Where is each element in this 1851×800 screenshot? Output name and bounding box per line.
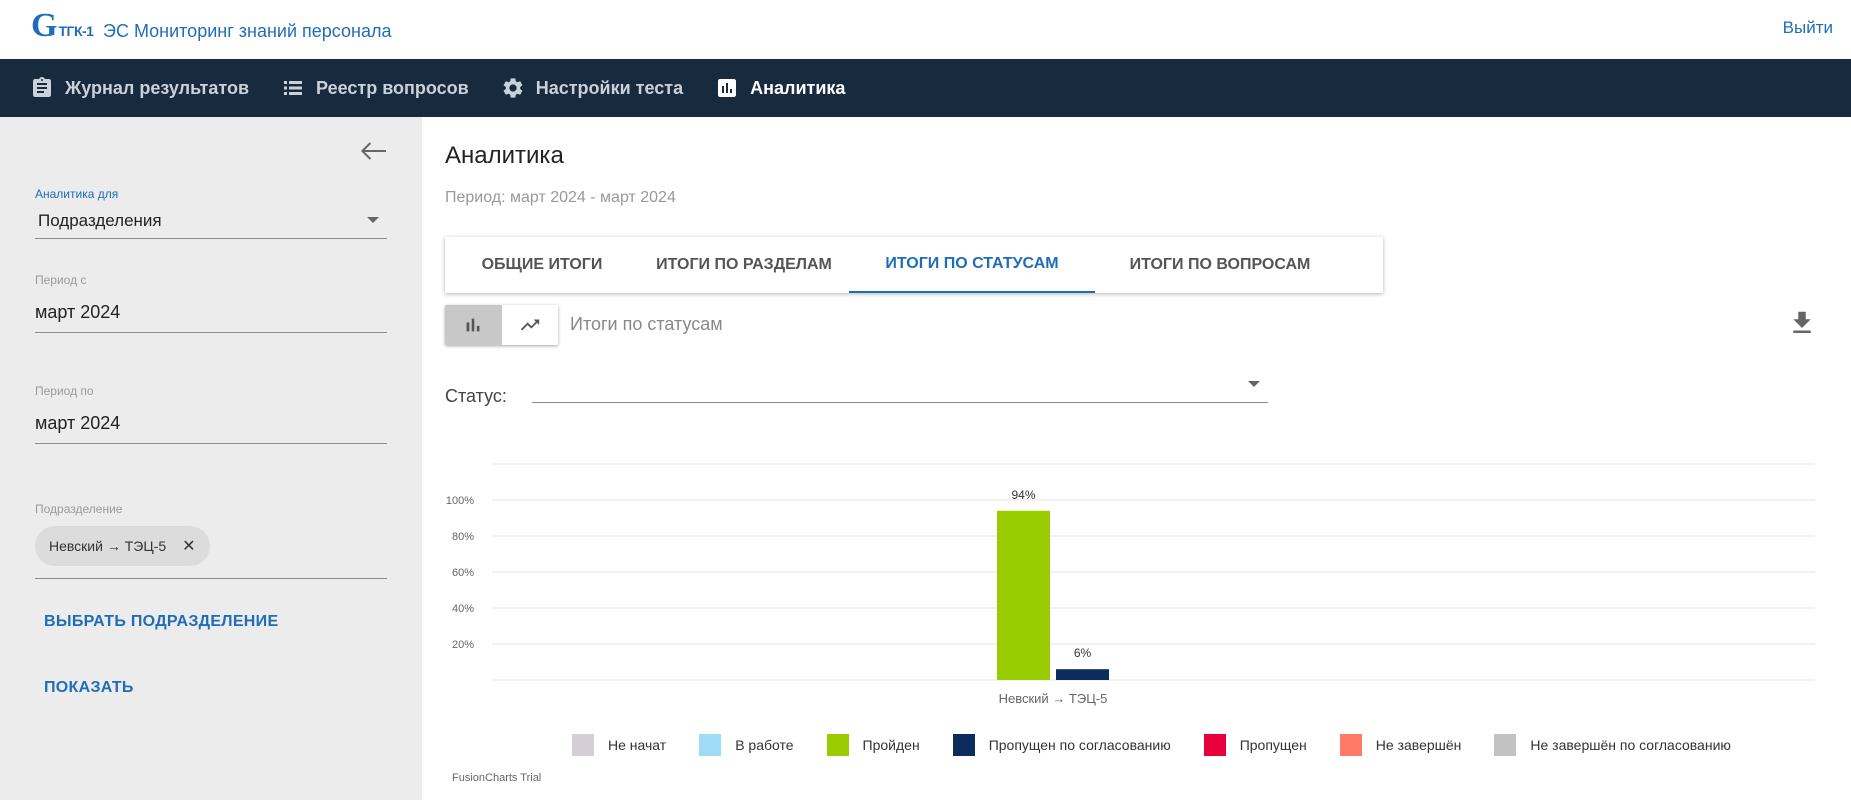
chart-legend: Не начат В работе Пройден Пропущен по согла… [572, 734, 1764, 756]
download-icon[interactable] [1787, 308, 1817, 338]
period-from-value: март 2024 [35, 302, 121, 322]
legend-label: Не завершён [1375, 737, 1462, 753]
status-select[interactable] [532, 369, 1268, 403]
logout-link[interactable]: Выйти [1783, 18, 1833, 38]
legend-item[interactable]: В работе [699, 734, 794, 756]
chevron-down-icon [367, 217, 379, 223]
division-chip: Невский → ТЭЦ-5 ✕ [35, 526, 210, 566]
bar-chart-toggle[interactable] [445, 305, 502, 345]
y-tick-label: 100% [446, 495, 474, 507]
legend-item[interactable]: Пропущен по согласованию [952, 734, 1171, 756]
analytics-tabs: ОБЩИЕ ИТОГИ ИТОГИ ПО РАЗДЕЛАМ ИТОГИ ПО С… [445, 237, 1383, 293]
y-tick-label: 60% [452, 567, 474, 579]
period-from-field[interactable]: Период с март 2024 [35, 273, 387, 333]
legend-swatch [572, 734, 594, 756]
division-chip-label: Невский → ТЭЦ-5 [49, 538, 167, 554]
trial-watermark: FusionCharts Trial [452, 772, 542, 784]
nav-item-label: Журнал результатов [65, 77, 250, 98]
select-division-button[interactable]: ВЫБРАТЬ ПОДРАЗДЕЛЕНИЕ [44, 613, 278, 631]
y-tick-label: 20% [452, 639, 474, 651]
status-chart: 20% 40% 60% 80% 100% 94% 6% Невский → ТЭЦ-5 [422, 447, 1851, 722]
tab-general-results[interactable]: ОБЩИЕ ИТОГИ [445, 237, 639, 293]
trending-up-icon [520, 319, 539, 331]
bar-chart-icon [718, 79, 737, 97]
period-to-label: Период по [35, 384, 94, 398]
legend-swatch [1203, 734, 1226, 756]
app-title[interactable]: ЭС Мониторинг знаний персонала [103, 21, 391, 42]
nav-item-label: Настройки теста [535, 77, 684, 98]
tab-results-by-sections[interactable]: ИТОГИ ПО РАЗДЕЛАМ [639, 237, 849, 293]
division-field: Подразделение Невский → ТЭЦ-5 ✕ [35, 502, 387, 579]
chart-bar[interactable] [1056, 669, 1109, 680]
page-title: Аналитика [445, 142, 564, 169]
nav-item-analytics[interactable]: Аналитика [715, 76, 845, 100]
y-tick-label: 80% [452, 531, 474, 543]
analytics-for-select[interactable]: Аналитика для Подразделения [35, 187, 387, 239]
status-label: Статус: [445, 386, 507, 406]
period-to-field[interactable]: Период по март 2024 [35, 384, 387, 444]
bar-value-label: 6% [1074, 646, 1092, 660]
tab-results-by-statuses[interactable]: ИТОГИ ПО СТАТУСАМ [849, 237, 1095, 293]
division-label: Подразделение [35, 502, 123, 516]
nav-item-label: Аналитика [750, 77, 846, 98]
legend-swatch [1494, 734, 1517, 756]
analytics-for-value: Подразделения [38, 211, 162, 230]
status-chart-svg: 20% 40% 60% 80% 100% 94% 6% Невский → ТЭЦ-5 [446, 463, 1815, 706]
legend-label: В работе [735, 737, 794, 753]
period-text: Период: март 2024 - март 2024 [445, 189, 676, 206]
nav-item-results-journal[interactable]: Журнал результатов [30, 76, 249, 100]
tab-results-by-questions[interactable]: ИТОГИ ПО ВОПРОСАМ [1095, 237, 1345, 293]
chart-caption: Итоги по статусам [570, 314, 723, 334]
x-tick-label: Невский → ТЭЦ-5 [999, 691, 1108, 706]
legend-label: Не начат [608, 737, 667, 753]
legend-item[interactable]: Не завершён по согласованию [1494, 734, 1731, 756]
legend-label: Не завершён по согласованию [1530, 737, 1731, 753]
analytics-for-label: Аналитика для [35, 187, 119, 201]
period-from-label: Период с [35, 273, 87, 287]
arrow-left-icon[interactable] [358, 139, 388, 163]
legend-label: Пройден [862, 737, 920, 753]
legend-item[interactable]: Пропущен [1203, 734, 1307, 756]
legend-swatch [952, 734, 975, 756]
chart-type-toggle [445, 305, 558, 345]
filter-sidebar: Аналитика для Подразделения Период с мар… [0, 117, 422, 800]
chart-bar[interactable] [997, 510, 1050, 680]
top-bar: G ТГК-1 ЭС Мониторинг знаний персонала В… [0, 0, 1851, 59]
bar-chart-icon [466, 318, 480, 332]
nav-item-question-registry[interactable]: Реестр вопросов [281, 76, 469, 100]
period-to-value: март 2024 [35, 413, 121, 433]
company-logo[interactable]: G ТГК-1 [31, 7, 94, 44]
legend-label: Пропущен по согласованию [988, 737, 1171, 753]
logo-letter: G [31, 7, 58, 44]
main-content: Аналитика Период: март 2024 - март 2024 … [422, 117, 1851, 800]
y-tick-label: 40% [452, 603, 474, 615]
legend-item[interactable]: Не завершён [1339, 734, 1462, 756]
legend-swatch [1339, 734, 1362, 756]
legend-swatch [826, 734, 849, 756]
chevron-down-icon [1248, 381, 1260, 387]
show-button[interactable]: ПОКАЗАТЬ [44, 679, 134, 697]
legend-item[interactable]: Не начат [572, 734, 666, 756]
legend-label: Пропущен [1239, 737, 1307, 753]
nav-item-label: Реестр вопросов [316, 77, 469, 98]
close-icon[interactable]: ✕ [182, 536, 195, 556]
gear-icon [503, 78, 523, 98]
line-chart-toggle[interactable] [501, 305, 558, 345]
nav-item-test-settings[interactable]: Настройки теста [501, 76, 683, 100]
bar-value-label: 94% [1011, 488, 1035, 502]
legend-swatch [699, 734, 722, 756]
legend-item[interactable]: Пройден [826, 734, 920, 756]
list-icon [284, 81, 303, 95]
clipboard-icon [33, 77, 51, 97]
logo-text: ТГК-1 [58, 23, 94, 39]
main-nav: Журнал результатов Реестр вопросов Настр… [0, 59, 1851, 117]
